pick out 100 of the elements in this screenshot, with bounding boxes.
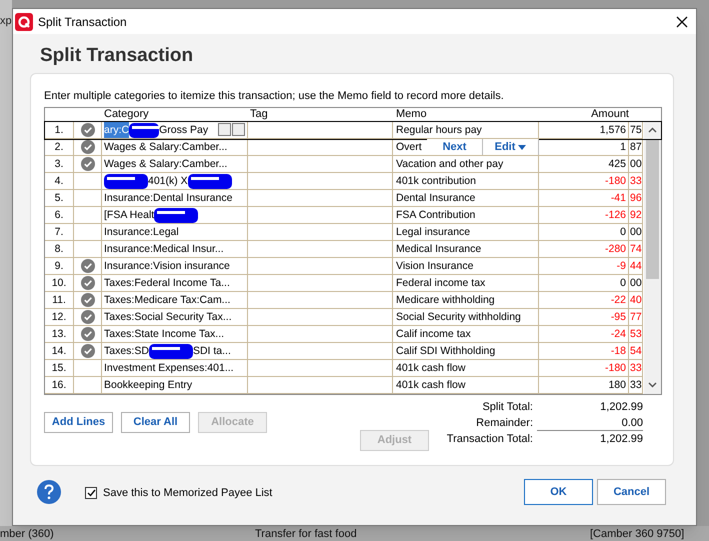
amount-dollars: 1 — [620, 141, 626, 153]
scrollbar[interactable] — [644, 122, 661, 394]
row-number: 9. — [54, 260, 64, 272]
table-cell: Vacation and other pay — [396, 158, 504, 170]
table-cell[interactable] — [248, 292, 393, 309]
category-text: Insurance:Legal — [104, 225, 179, 240]
dialog-heading: Split Transaction — [40, 44, 194, 68]
total-label: Transaction Total: — [446, 432, 533, 445]
amount-dollars: -95 — [610, 311, 626, 323]
category-text: Gross Pay — [159, 123, 208, 138]
redaction-mark — [154, 208, 198, 222]
background-text: Transfer for fast food — [255, 528, 357, 540]
redaction-mark — [129, 122, 160, 138]
close-icon[interactable] — [676, 16, 688, 28]
column-header[interactable]: Tag — [250, 108, 268, 120]
scroll-up-icon[interactable] — [648, 127, 657, 133]
amount-cents: 77 — [630, 311, 642, 323]
checkbox[interactable] — [85, 487, 97, 500]
row-number: 13. — [52, 328, 66, 340]
row-number: 1. — [54, 124, 64, 136]
column-header[interactable]: Memo — [396, 108, 427, 120]
checkbox-label: Save this to Memorized Payee List — [103, 486, 272, 501]
column-header[interactable]: Amount — [591, 108, 629, 120]
table-cell[interactable] — [248, 258, 393, 275]
table-cell[interactable] — [248, 241, 393, 258]
action-button[interactable]: Clear All — [121, 412, 190, 433]
category-text: 401(k) X — [148, 174, 188, 189]
table-cell: 401k cash flow — [396, 362, 466, 374]
table-cell[interactable] — [248, 224, 393, 241]
table-cell[interactable] — [248, 360, 393, 377]
category-text: Wages & Salary:Camber... — [104, 157, 228, 172]
total-value: 1,202.99 — [600, 433, 643, 445]
amount-cents: 33 — [630, 175, 642, 187]
table-cell[interactable] — [248, 190, 393, 207]
table-cell[interactable] — [248, 326, 393, 343]
amount-dollars: -180 — [604, 362, 626, 374]
row-number: 14. — [52, 345, 66, 357]
table-cell: Vision Insurance — [396, 260, 474, 272]
table-cell[interactable] — [248, 207, 393, 224]
scrollbar-thumb[interactable] — [646, 139, 659, 279]
table-cell: Dental Insurance — [396, 192, 476, 204]
category-text: Bookkeeping Entry — [104, 378, 192, 393]
checkmark-icon — [86, 489, 96, 498]
help-icon[interactable] — [37, 480, 61, 504]
split-icon[interactable] — [218, 123, 231, 136]
row-number: 5. — [54, 192, 64, 204]
table-cell: 401k cash flow — [396, 379, 466, 391]
amount-dollars: 0 — [620, 226, 626, 238]
table-cell: Legal insurance — [396, 226, 470, 238]
table-cell: Calif SDI Withholding — [396, 345, 496, 357]
row-number: 2. — [54, 141, 64, 153]
total-value: 1,202.99 — [600, 401, 643, 413]
table-cell[interactable] — [248, 139, 393, 156]
row-number: 3. — [54, 158, 64, 170]
table-cell: 401k contribution — [396, 175, 476, 187]
row-number: 12. — [52, 311, 66, 323]
table-cell[interactable] — [248, 343, 393, 360]
table-cell: FSA Contribution — [396, 209, 476, 221]
table-cell: Regular hours pay — [396, 124, 482, 136]
ok-button[interactable]: OK — [524, 479, 593, 505]
table-cell[interactable] — [248, 377, 393, 394]
amount-cents: 44 — [630, 260, 642, 272]
table-cell[interactable] — [248, 156, 393, 173]
category-text: Investment Expenses:401... — [104, 361, 234, 376]
table-cell[interactable] — [248, 122, 393, 139]
amount-dollars: -22 — [610, 294, 626, 306]
amount-dollars: -280 — [604, 243, 626, 255]
amount-cents: 33 — [630, 379, 642, 391]
instructions-text: Enter multiple categories to itemize this transaction; use the Memo field to record more details. — [44, 89, 504, 104]
row-number: 7. — [54, 226, 64, 238]
cancel-button[interactable]: Cancel — [597, 479, 666, 505]
table-cell: Federal income tax — [396, 277, 486, 289]
amount-cents: 54 — [630, 345, 642, 357]
report-icon[interactable] — [232, 123, 245, 136]
table-cell[interactable] — [248, 173, 393, 190]
row-number: 10. — [52, 277, 66, 289]
category-text: Wages & Salary:Camber... — [104, 140, 228, 155]
table-cell[interactable] — [248, 275, 393, 292]
category-text: [FSA Healt — [104, 208, 154, 223]
amount-cents: 33 — [630, 362, 642, 374]
amount-dollars: -180 — [604, 175, 626, 187]
redaction-mark — [188, 174, 232, 188]
row-number: 8. — [54, 243, 64, 255]
table-cell: Calif income tax — [396, 328, 471, 340]
amount-cents: 87 — [630, 141, 642, 153]
column-header[interactable]: Category — [104, 108, 149, 120]
category-text: Taxes:State Income Tax... — [104, 327, 224, 342]
category-text: ary:C — [104, 122, 130, 138]
row-number: 4. — [54, 175, 64, 187]
scroll-down-icon[interactable] — [648, 382, 657, 388]
amount-cents: 75 — [630, 124, 642, 136]
table-cell[interactable] — [248, 309, 393, 326]
action-button[interactable]: Add Lines — [44, 412, 113, 433]
row-number: 11. — [52, 294, 66, 306]
row-number: 15. — [52, 362, 66, 374]
amount-dollars: -9 — [616, 260, 626, 272]
amount-dollars: -18 — [610, 345, 626, 357]
amount-dollars: -41 — [610, 192, 626, 204]
total-value: 0.00 — [622, 417, 643, 429]
category-text: SDI ta... — [192, 344, 231, 359]
